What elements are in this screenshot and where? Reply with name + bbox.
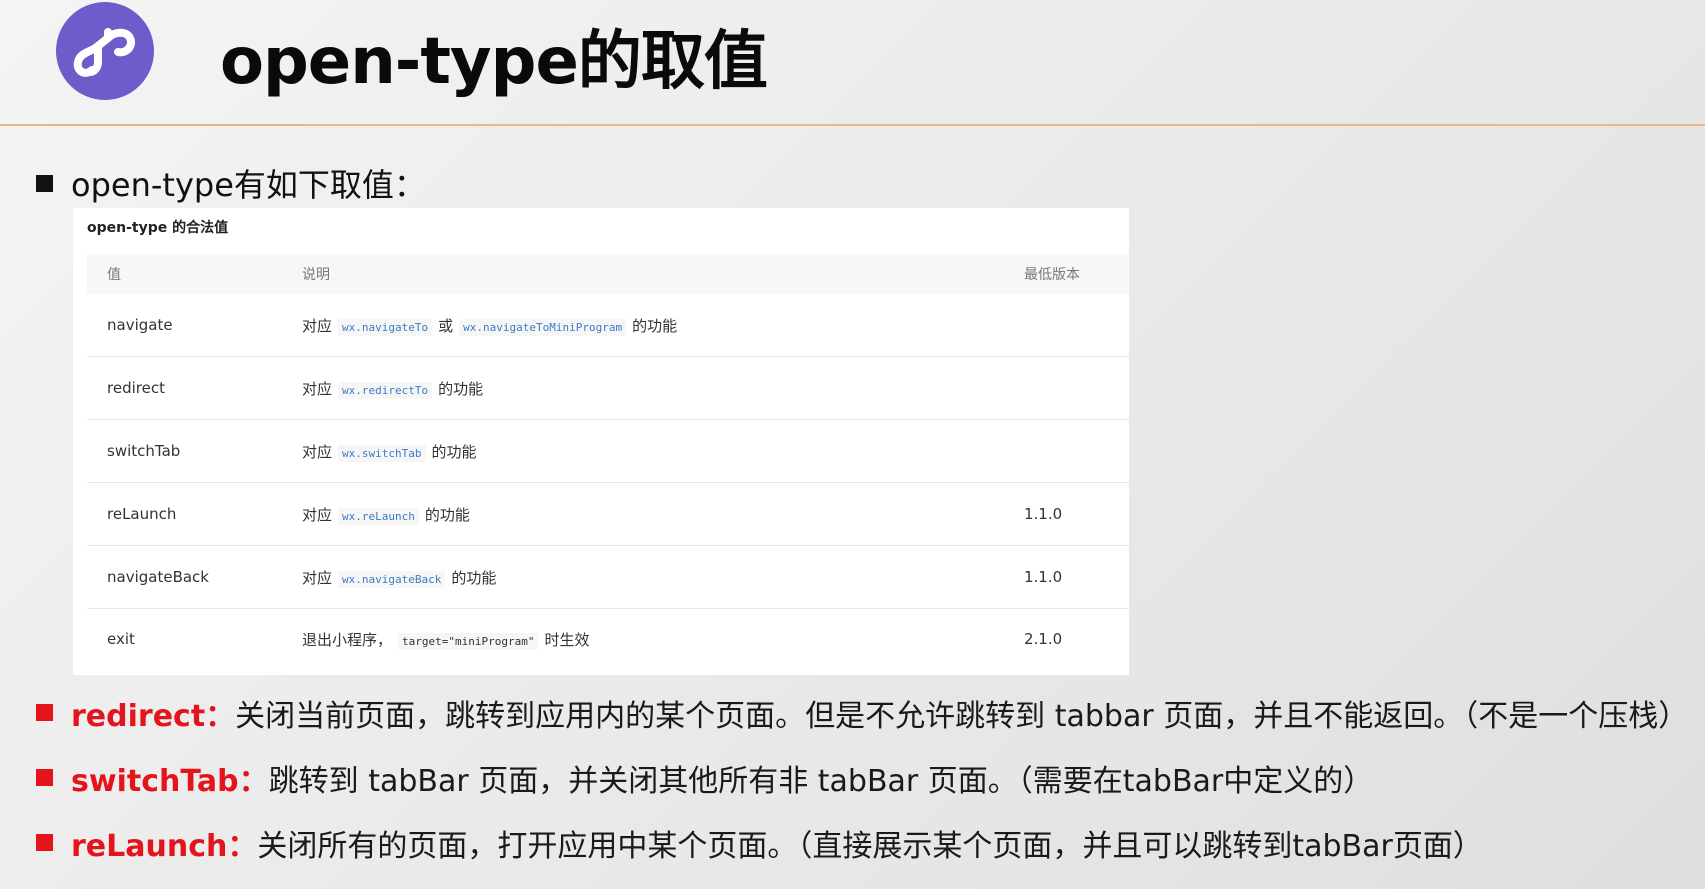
list-item: switchTab：跳转到 tabBar 页面，并关闭其他所有非 tabBar … <box>36 745 1688 810</box>
desc-prefix: 对应 <box>302 505 333 524</box>
desc-prefix: 对应 <box>302 316 333 335</box>
desc-prefix: 对应 <box>302 568 333 587</box>
row-version <box>1004 294 1129 357</box>
desc-suffix: 的功能 <box>451 568 497 587</box>
row-description: 退出小程序， target="miniProgram" 时生效 <box>282 609 1004 670</box>
item-content: redirect：关闭当前页面，跳转到应用内的某个页面。但是不允许跳转到 tab… <box>71 691 1688 735</box>
open-type-table: 值 说明 最低版本 navigate 对应 wx.navigateTo 或 wx.na… <box>87 254 1129 669</box>
api-code: wx.reLaunch <box>338 507 419 525</box>
desc-prefix: 退出小程序， <box>302 630 393 649</box>
header-min-version: 最低版本 <box>1004 254 1129 294</box>
desc-suffix: 的功能 <box>632 316 678 335</box>
row-version <box>1004 356 1129 420</box>
square-bullet-icon <box>36 704 53 721</box>
row-description: 对应 wx.redirectTo 的功能 <box>282 356 1004 420</box>
table-row: reLaunch 对应 wx.reLaunch 的功能 1.1.0 <box>87 482 1129 546</box>
intro-text: open-type有如下取值： <box>71 166 426 204</box>
title-divider <box>0 124 1705 126</box>
table-row: navigate 对应 wx.navigateTo 或 wx.navigateToMi… <box>87 294 1129 357</box>
row-value: navigate <box>87 294 282 357</box>
table-row: exit 退出小程序， target="miniProgram" 时生效 2.1.0 <box>87 609 1129 670</box>
item-text: 关闭当前页面，跳转到应用内的某个页面。但是不允许跳转到 tabbar 页面，并且… <box>235 698 1689 734</box>
table-header-row: 值 说明 最低版本 <box>87 254 1129 294</box>
api-code: wx.navigateToMiniProgram <box>459 318 627 336</box>
row-description: 对应 wx.navigateBack 的功能 <box>282 545 1004 609</box>
api-code: target="miniProgram" <box>398 632 539 650</box>
item-key: redirect： <box>71 698 236 734</box>
api-code: wx.navigateBack <box>338 570 446 588</box>
table-row: navigateBack 对应 wx.navigateBack 的功能 1.1.0 <box>87 545 1129 609</box>
table-row: switchTab 对应 wx.switchTab 的功能 <box>87 419 1129 483</box>
row-version <box>1004 419 1129 483</box>
list-item: redirect：关闭当前页面，跳转到应用内的某个页面。但是不允许跳转到 tab… <box>36 680 1688 745</box>
desc-prefix: 对应 <box>302 379 333 398</box>
item-key: reLaunch： <box>71 828 258 864</box>
item-text: 跳转到 tabBar 页面，并关闭其他所有非 tabBar 页面。（需要在tab… <box>268 763 1374 799</box>
row-version: 1.1.0 <box>1004 482 1129 546</box>
api-code: wx.switchTab <box>338 444 426 462</box>
desc-suffix: 的功能 <box>431 442 477 461</box>
panel-caption: open-type 的合法值 <box>87 220 229 236</box>
desc-suffix: 时生效 <box>544 630 590 649</box>
item-content: switchTab：跳转到 tabBar 页面，并关闭其他所有非 tabBar … <box>71 756 1373 800</box>
row-description: 对应 wx.reLaunch 的功能 <box>282 482 1004 546</box>
open-type-values-panel: open-type 的合法值 值 说明 最低版本 navigate 对应 wx.n… <box>73 208 1129 675</box>
row-value: navigateBack <box>87 545 282 609</box>
row-value: switchTab <box>87 419 282 483</box>
row-value: redirect <box>87 356 282 420</box>
item-key: switchTab： <box>71 763 269 799</box>
slide-title: open-type的取值 <box>220 25 768 99</box>
row-description: 对应 wx.navigateTo 或 wx.navigateToMiniProgram… <box>282 294 1004 357</box>
header-value: 值 <box>87 254 282 294</box>
mini-program-icon <box>56 2 154 100</box>
row-version: 2.1.0 <box>1024 630 1063 648</box>
explanation-list: redirect：关闭当前页面，跳转到应用内的某个页面。但是不允许跳转到 tab… <box>36 680 1688 875</box>
row-description: 对应 wx.switchTab 的功能 <box>282 419 1004 483</box>
row-value: exit <box>107 630 135 648</box>
item-text: 关闭所有的页面，打开应用中某个页面。（直接展示某个页面，并且可以跳转到tabBa… <box>257 828 1483 864</box>
desc-suffix: 的功能 <box>424 505 470 524</box>
api-code: wx.navigateTo <box>338 318 433 336</box>
square-bullet-icon <box>36 769 53 786</box>
square-bullet-icon <box>36 174 53 192</box>
row-value: reLaunch <box>87 482 282 546</box>
api-code: wx.redirectTo <box>338 381 433 399</box>
desc-mid: 或 <box>438 316 454 335</box>
desc-suffix: 的功能 <box>438 379 484 398</box>
header-description: 说明 <box>282 254 1004 294</box>
intro-bullet: open-type有如下取值： <box>36 160 426 206</box>
item-content: reLaunch：关闭所有的页面，打开应用中某个页面。（直接展示某个页面，并且可… <box>71 821 1483 865</box>
square-bullet-icon <box>36 834 53 851</box>
desc-prefix: 对应 <box>302 442 333 461</box>
row-version: 1.1.0 <box>1004 545 1129 609</box>
list-item: reLaunch：关闭所有的页面，打开应用中某个页面。（直接展示某个页面，并且可… <box>36 810 1688 875</box>
table-row: redirect 对应 wx.redirectTo 的功能 <box>87 356 1129 420</box>
